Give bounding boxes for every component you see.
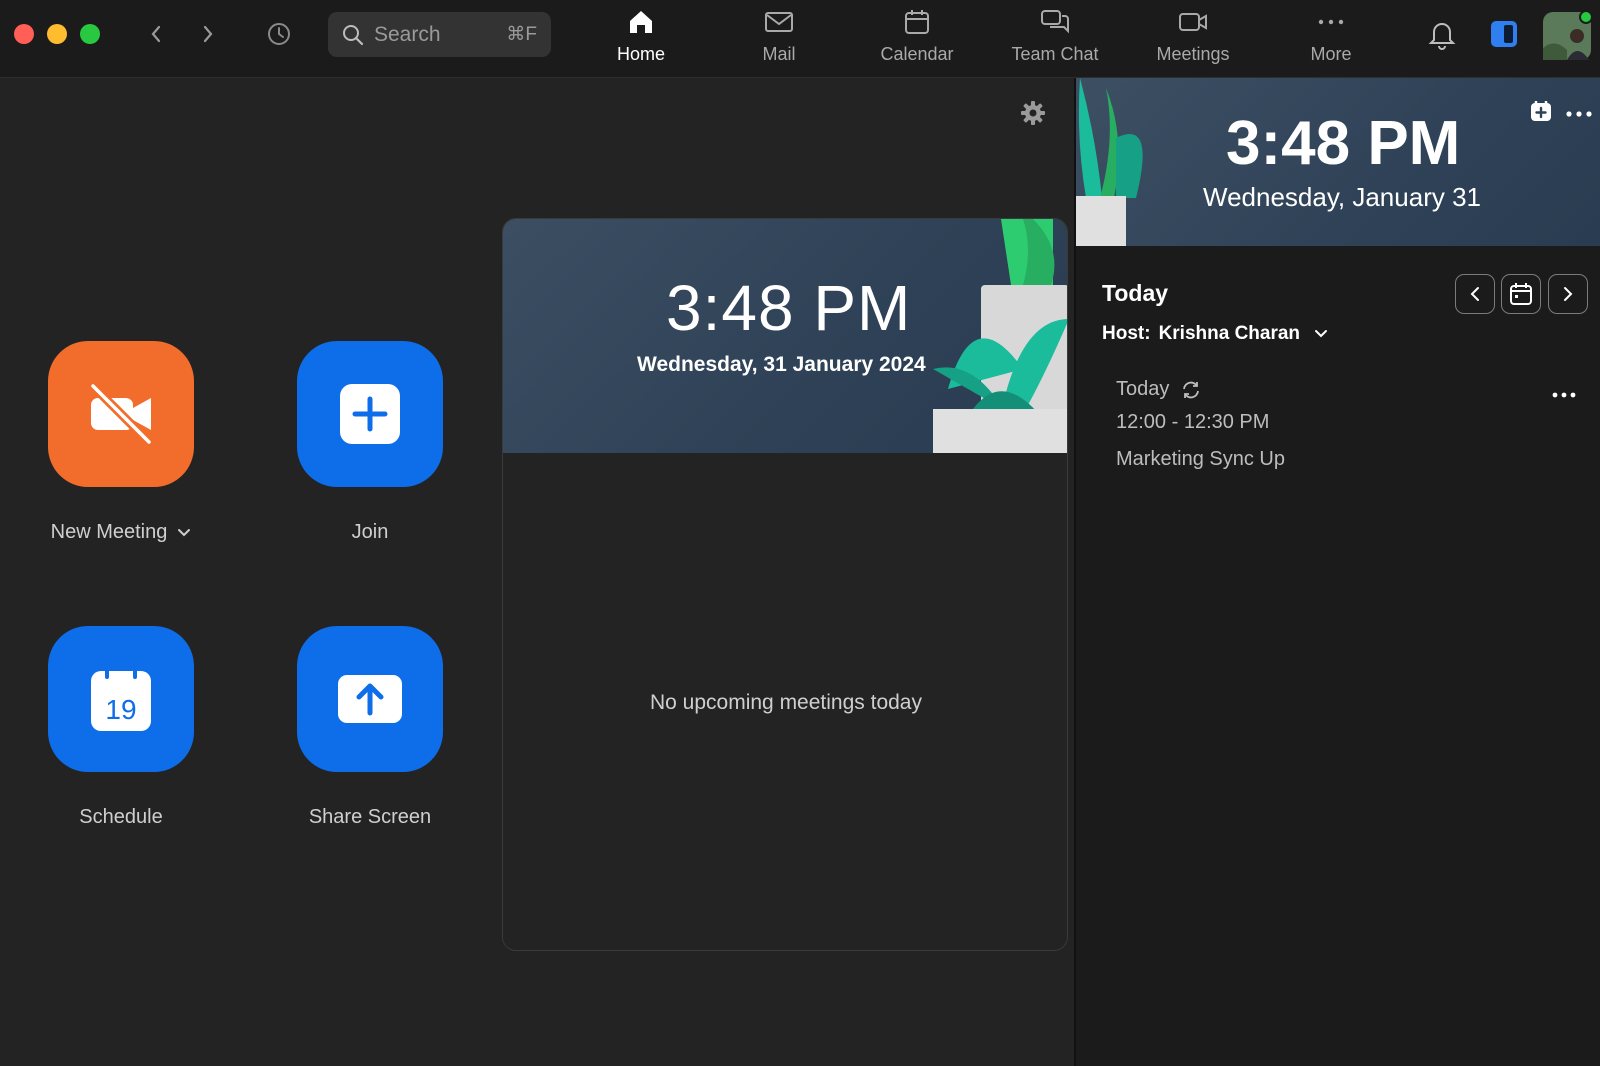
side-more-button[interactable] [1566, 105, 1592, 123]
host-filter[interactable]: Host: Krishna Charan [1102, 323, 1328, 345]
gear-icon [1021, 101, 1045, 125]
add-calendar-button[interactable] [1530, 100, 1552, 127]
chevron-down-icon[interactable] [177, 528, 191, 538]
schedule-action[interactable]: 19 Schedule [26, 626, 216, 829]
more-icon [1318, 19, 1344, 25]
zoom-window-button[interactable] [80, 24, 100, 44]
top-bar: Search ⌘F Home Mail Calendar Team Chat M… [0, 0, 1600, 78]
bell-icon [1428, 23, 1456, 50]
panel-icon [1491, 21, 1517, 47]
video-icon [1179, 13, 1207, 31]
back-button[interactable] [140, 18, 172, 50]
share-screen-action[interactable]: Share Screen [275, 626, 465, 829]
schedule-day-number: 19 [105, 694, 136, 725]
mail-icon [765, 12, 793, 32]
meeting-item[interactable]: Today 12:00 - 12:30 PM Marketing Sync Up [1116, 378, 1576, 471]
next-day-button[interactable] [1548, 274, 1588, 314]
join-label: Join [351, 521, 389, 543]
today-heading: Today [1102, 280, 1169, 306]
share-screen-button[interactable] [297, 626, 443, 772]
plus-icon [340, 384, 400, 444]
meeting-day: Today [1116, 378, 1170, 400]
tab-calendar-label: Calendar [880, 44, 954, 64]
tab-meetings-label: Meetings [1156, 44, 1230, 64]
calendar-schedule-icon: 19 [91, 664, 151, 731]
schedule-button[interactable]: 19 [48, 626, 194, 772]
no-meetings-message: No upcoming meetings today [650, 691, 922, 714]
online-status-dot [1579, 10, 1593, 24]
chat-icon [1041, 10, 1069, 34]
minimize-window-button[interactable] [47, 24, 67, 44]
search-shortcut: ⌘F [506, 24, 537, 45]
meeting-more-button[interactable] [1552, 386, 1576, 404]
host-name: Krishna Charan [1158, 323, 1301, 344]
meeting-title: Marketing Sync Up [1116, 448, 1285, 470]
tab-team-chat-label: Team Chat [1011, 44, 1099, 64]
new-meeting-label: New Meeting [50, 521, 168, 543]
side-clock-date: Wednesday, January 31 [1203, 182, 1481, 212]
history-button[interactable] [263, 18, 295, 50]
settings-button[interactable] [1020, 100, 1046, 131]
calendar-icon [1510, 283, 1532, 305]
side-clock-time: 3:48 PM [1226, 109, 1461, 178]
side-panel-toggle[interactable] [1490, 20, 1518, 53]
recurring-icon [1183, 381, 1200, 398]
schedule-label: Schedule [79, 806, 163, 828]
search-placeholder: Search [374, 22, 441, 46]
close-window-button[interactable] [14, 24, 34, 44]
join-action[interactable]: Join [275, 341, 465, 544]
home-icon [630, 11, 652, 33]
side-clock-banner: 3:48 PM Wednesday, January 31 [1076, 78, 1600, 246]
side-plant-illustration [1076, 78, 1143, 246]
chevron-right-icon [1564, 287, 1573, 301]
chevron-left-icon [1470, 287, 1479, 301]
clock-banner: 3:48 PM Wednesday, 31 January 2024 [503, 219, 1067, 453]
tab-team-chat[interactable]: Team Chat [995, 6, 1115, 72]
more-horizontal-icon [1566, 110, 1592, 117]
chevron-right-icon [203, 25, 213, 43]
search-bar[interactable]: Search ⌘F [328, 12, 551, 57]
tab-calendar[interactable]: Calendar [857, 6, 977, 72]
new-meeting-action[interactable]: New Meeting [26, 341, 216, 544]
tab-mail-label: Mail [762, 44, 796, 64]
previous-day-button[interactable] [1455, 274, 1495, 314]
calendar-icon [905, 10, 929, 34]
center-clock-date: Wednesday, 31 January 2024 [637, 353, 926, 376]
center-clock-time: 3:48 PM [666, 272, 912, 344]
tab-meetings[interactable]: Meetings [1133, 6, 1253, 72]
chevron-left-icon [151, 25, 161, 43]
share-screen-icon [338, 675, 402, 723]
notifications-button[interactable] [1428, 18, 1456, 55]
share-screen-label: Share Screen [308, 806, 432, 828]
calendar-picker-button[interactable] [1501, 274, 1541, 314]
search-icon [343, 24, 364, 45]
forward-button[interactable] [192, 18, 224, 50]
calendar-add-icon [1531, 101, 1551, 121]
avatar[interactable] [1543, 10, 1593, 65]
video-off-icon [88, 381, 154, 447]
calendar-side-panel: 3:48 PM Wednesday, January 31 Today Host… [1076, 78, 1600, 1066]
join-button[interactable] [297, 341, 443, 487]
upcoming-meetings-card: 3:48 PM Wednesday, 31 January 2024 No up… [502, 218, 1068, 951]
tab-more[interactable]: More [1271, 6, 1391, 72]
tab-mail[interactable]: Mail [719, 6, 839, 72]
more-horizontal-icon [1552, 392, 1576, 398]
chevron-down-icon [1315, 330, 1328, 338]
meeting-time: 12:00 - 12:30 PM [1116, 411, 1270, 433]
history-icon [268, 23, 290, 45]
tab-home[interactable]: Home [581, 6, 701, 72]
host-label: Host: [1102, 323, 1151, 344]
new-meeting-button[interactable] [48, 341, 194, 487]
tab-more-label: More [1310, 44, 1352, 64]
tab-home-label: Home [616, 44, 665, 64]
